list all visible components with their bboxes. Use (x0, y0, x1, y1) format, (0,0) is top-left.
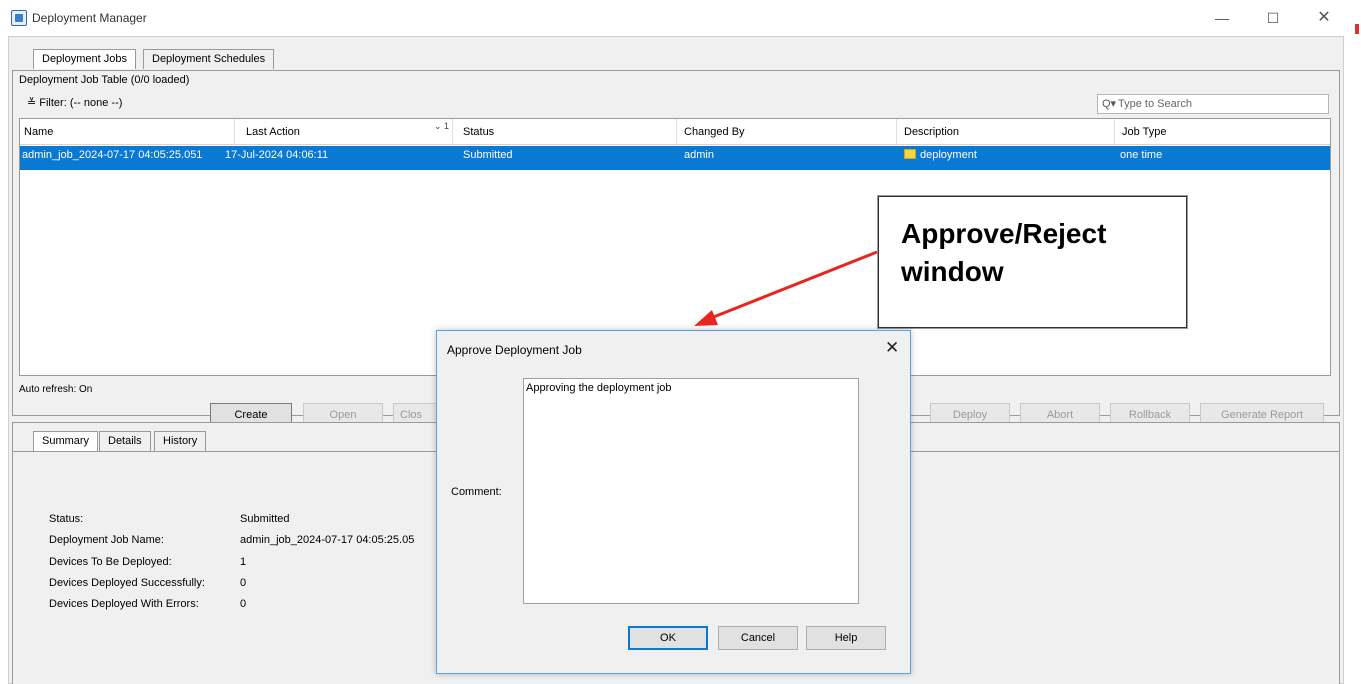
summary-value-job-name: admin_job_2024-07-17 04:05:25.05 (240, 534, 415, 546)
cell-name: admin_job_2024-07-17 04:05:25.051 (22, 149, 203, 161)
tab-details[interactable]: Details (99, 431, 151, 451)
cell-job-type: one time (1120, 149, 1163, 161)
cell-changed-by: admin (684, 149, 714, 161)
dialog-close-icon[interactable]: ✕ (885, 338, 899, 358)
auto-refresh-status: Auto refresh: On (19, 384, 93, 395)
app-icon (11, 10, 27, 26)
note-icon (904, 149, 916, 159)
edge-artifact (1355, 24, 1359, 34)
comment-textarea[interactable]: Approving the deployment job (523, 378, 859, 604)
annotation-callout: Approve/Reject window (878, 196, 1187, 328)
search-input[interactable]: Q▾ Type to Search (1097, 94, 1329, 114)
maximize-button[interactable]: ☐ (1251, 6, 1295, 30)
cell-description-text: deployment (920, 149, 977, 161)
summary-label-status: Status: (49, 513, 84, 525)
table-header: Name Last Action ⌄ 1 Status Changed By D… (20, 119, 1330, 145)
summary-value-status: Submitted (240, 513, 290, 525)
comment-label: Comment: (451, 486, 502, 498)
summary-value-devices-errors: 0 (240, 598, 247, 610)
dialog-title: Approve Deployment Job (447, 343, 582, 357)
column-divider (676, 119, 677, 145)
sort-descending-icon: ⌄ 1 (434, 121, 450, 131)
summary-value-devices-to-deploy: 1 (240, 556, 247, 568)
annotation-line-2: window (901, 256, 1004, 287)
tab-deployment-schedules[interactable]: Deployment Schedules (143, 49, 275, 69)
column-header-job-type[interactable]: Job Type (1122, 126, 1166, 138)
cell-description: deployment (904, 149, 977, 161)
minimize-button[interactable]: — (1200, 6, 1244, 30)
window-close-button[interactable]: ✕ (1302, 6, 1346, 30)
search-icon: Q▾ (1102, 98, 1117, 110)
cancel-button[interactable]: Cancel (718, 626, 798, 650)
column-header-changed-by[interactable]: Changed By (684, 126, 745, 138)
tab-summary[interactable]: Summary (33, 431, 99, 451)
column-header-name[interactable]: Name (24, 126, 53, 138)
approve-deployment-dialog: Approve Deployment Job ✕ Comment: Approv… (436, 330, 911, 674)
search-placeholder: Type to Search (1118, 98, 1192, 110)
table-title: Deployment Job Table (0/0 loaded) (19, 74, 190, 86)
column-divider (234, 119, 235, 145)
cell-last-action: 17-Jul-2024 04:06:11 (225, 149, 329, 161)
tab-deployment-jobs[interactable]: Deployment Jobs (33, 49, 136, 69)
tab-history[interactable]: History (154, 431, 207, 451)
window-title-bar: Deployment Manager — ☐ ✕ (0, 0, 1361, 36)
column-divider (452, 119, 453, 145)
summary-value-devices-success: 0 (240, 577, 247, 589)
table-row[interactable]: admin_job_2024-07-17 04:05:25.051 17-Jul… (20, 146, 1330, 170)
annotation-line-1: Approve/Reject (901, 218, 1107, 249)
summary-label-devices-errors: Devices Deployed With Errors: (49, 598, 199, 610)
annotation-text: Approve/Reject window (901, 215, 1106, 291)
column-header-last-action[interactable]: Last Action (246, 126, 300, 138)
filter-toggle[interactable]: ≚ Filter: (-- none --) (27, 96, 122, 109)
column-divider (1114, 119, 1115, 145)
summary-label-devices-to-deploy: Devices To Be Deployed: (49, 556, 172, 568)
summary-label-job-name: Deployment Job Name: (49, 534, 164, 546)
column-header-status[interactable]: Status (463, 126, 494, 138)
help-button[interactable]: Help (806, 626, 886, 650)
ok-button[interactable]: OK (628, 626, 708, 650)
window-title: Deployment Manager (32, 11, 147, 25)
summary-label-devices-success: Devices Deployed Successfully: (49, 577, 205, 589)
cell-status: Submitted (463, 149, 513, 161)
column-header-description[interactable]: Description (904, 126, 959, 138)
column-divider (896, 119, 897, 145)
